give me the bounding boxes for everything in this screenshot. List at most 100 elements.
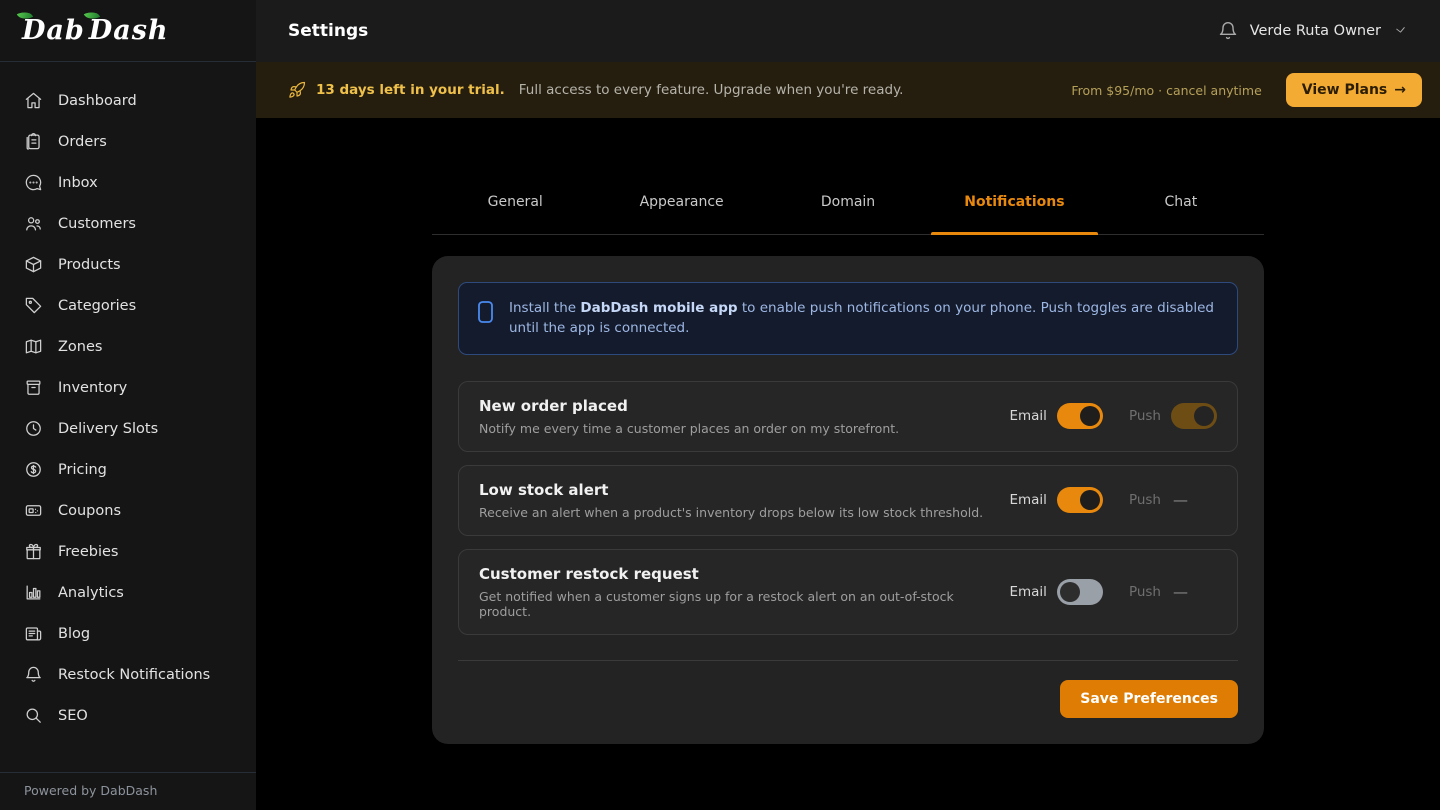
clock-icon [24,419,43,438]
notification-row: New order placed Notify me every time a c… [458,381,1238,452]
sidebar-item-delivery-slots[interactable]: Delivery Slots [0,408,256,449]
sidebar-item-label: Dashboard [58,93,137,109]
sidebar-item-blog[interactable]: Blog [0,613,256,654]
bell-icon [24,665,43,684]
sidebar-item-label: Pricing [58,462,107,478]
push-unavailable-dash: — [1171,583,1217,601]
sidebar-item-inbox[interactable]: Inbox [0,162,256,203]
tab-general[interactable]: General [432,180,598,234]
sidebar-item-categories[interactable]: Categories [0,285,256,326]
sidebar-item-label: Freebies [58,544,118,560]
main-content: GeneralAppearanceDomainNotificationsChat… [256,118,1440,810]
notification-rows: New order placed Notify me every time a c… [458,381,1238,635]
logo[interactable]: Dab Dash [0,0,256,62]
user-menu[interactable]: Verde Ruta Owner [1218,21,1408,41]
trial-banner: 13 days left in your trial. Full access … [256,62,1440,118]
divider [458,660,1238,661]
news-icon [24,624,43,643]
trial-days-label: 13 days left in your trial. [316,82,505,98]
sidebar-item-seo[interactable]: SEO [0,695,256,736]
email-toggle[interactable] [1057,403,1103,429]
search-icon [24,706,43,725]
sidebar-item-products[interactable]: Products [0,244,256,285]
sidebar-item-analytics[interactable]: Analytics [0,572,256,613]
toggle-label: Push [1129,584,1161,600]
push-toggle [1171,403,1217,429]
mobile-app-notice: Install the DabDash mobile app to enable… [458,282,1238,355]
email-toggle[interactable] [1057,487,1103,513]
notice-text: Install the DabDash mobile app to enable… [509,298,1219,339]
dollar-icon [24,460,43,479]
settings-tabs: GeneralAppearanceDomainNotificationsChat [432,180,1264,235]
sidebar-item-label: Products [58,257,121,273]
row-title: New order placed [479,397,899,415]
gift-icon [24,542,43,561]
map-icon [24,337,43,356]
sidebar-item-label: Coupons [58,503,121,519]
sidebar-item-restock-notifications[interactable]: Restock Notifications [0,654,256,695]
view-plans-button[interactable]: View Plans→ [1286,73,1422,107]
trial-message: Full access to every feature. Upgrade wh… [519,82,904,98]
chevron-down-icon [1393,24,1408,39]
sidebar-item-label: Zones [58,339,102,355]
sidebar-item-label: Restock Notifications [58,667,210,683]
sidebar-item-freebies[interactable]: Freebies [0,531,256,572]
sidebar-item-orders[interactable]: Orders [0,121,256,162]
sidebar-item-label: Blog [58,626,90,642]
price-note: From $95/mo · cancel anytime [1071,83,1261,98]
tab-appearance[interactable]: Appearance [598,180,764,234]
sidebar: Dab Dash Dashboard Orders Inbox Customers Pr… [0,0,256,810]
page-title: Settings [288,21,368,41]
sidebar-item-label: Delivery Slots [58,421,158,437]
arrow-right-icon: → [1394,82,1406,98]
sidebar-item-inventory[interactable]: Inventory [0,367,256,408]
sidebar-item-pricing[interactable]: Pricing [0,449,256,490]
sidebar-item-customers[interactable]: Customers [0,203,256,244]
sidebar-item-label: SEO [58,708,88,724]
sidebar-item-label: Analytics [58,585,124,601]
toggle-label: Email [1009,408,1046,424]
bell-icon[interactable] [1218,21,1238,41]
rocket-icon [288,81,306,99]
coupon-icon [24,501,43,520]
logo-word-2: Dash [89,15,169,46]
smartphone-icon [477,300,494,324]
toggle-label: Email [1009,492,1046,508]
orders-icon [24,132,43,151]
home-icon [24,91,43,110]
notification-row: Customer restock request Get notified whe… [458,549,1238,635]
customers-icon [24,214,43,233]
notifications-card: Install the DabDash mobile app to enable… [432,256,1264,744]
sidebar-item-label: Orders [58,134,107,150]
top-bar: Settings Verde Ruta Owner [256,0,1440,62]
sidebar-nav: Dashboard Orders Inbox Customers Products Cat… [0,62,256,772]
sidebar-item-label: Inventory [58,380,127,396]
logo-word-1: Dab [22,15,85,46]
toggle-label: Email [1009,584,1046,600]
tab-chat[interactable]: Chat [1098,180,1264,234]
sidebar-item-coupons[interactable]: Coupons [0,490,256,531]
tab-notifications[interactable]: Notifications [931,180,1097,234]
row-title: Customer restock request [479,565,1009,583]
email-toggle[interactable] [1057,579,1103,605]
sidebar-item-label: Customers [58,216,136,232]
sidebar-item-label: Inbox [58,175,98,191]
tag-icon [24,296,43,315]
sidebar-item-label: Categories [58,298,136,314]
notification-row: Low stock alert Receive an alert when a p… [458,465,1238,536]
tab-domain[interactable]: Domain [765,180,931,234]
powered-by-label: Powered by DabDash [0,772,256,810]
row-description: Get notified when a customer signs up fo… [479,589,1009,619]
chart-icon [24,583,43,602]
sidebar-item-dashboard[interactable]: Dashboard [0,80,256,121]
sidebar-item-zones[interactable]: Zones [0,326,256,367]
row-title: Low stock alert [479,481,983,499]
toggle-label: Push [1129,408,1161,424]
save-preferences-button[interactable]: Save Preferences [1060,680,1238,718]
push-unavailable-dash: — [1171,491,1217,509]
products-icon [24,255,43,274]
toggle-label: Push [1129,492,1161,508]
row-description: Notify me every time a customer places a… [479,421,899,436]
inventory-icon [24,378,43,397]
row-description: Receive an alert when a product's invent… [479,505,983,520]
